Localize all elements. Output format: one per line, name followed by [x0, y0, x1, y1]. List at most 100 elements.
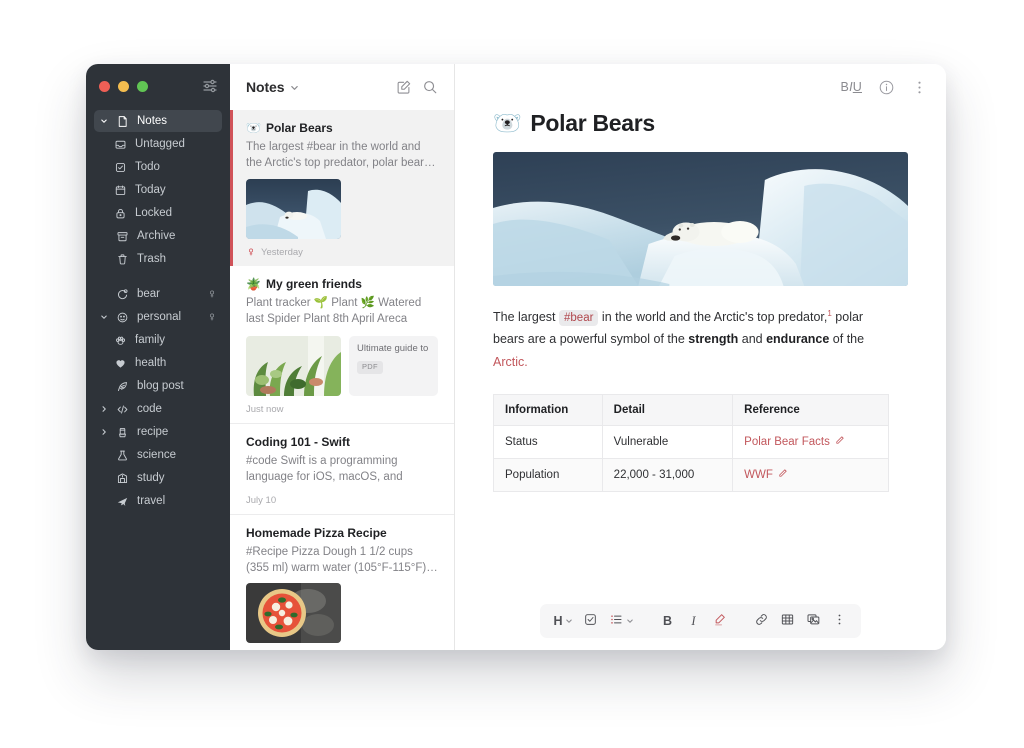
note-title-text: Polar Bears: [265, 121, 333, 135]
search-icon[interactable]: [420, 77, 440, 97]
note-thumbnail[interactable]: [246, 583, 341, 644]
sidebar: Notes Untagged Todo Today Locked Archive Trash…: [86, 64, 230, 650]
lock-icon: [113, 207, 128, 220]
note-list-body[interactable]: 🐻‍❄️ Polar Bears The largest #bear in the …: [230, 110, 454, 650]
sidebar-item-todo[interactable]: Todo: [94, 156, 222, 178]
sidebar-item-blog-post[interactable]: blog post: [94, 375, 222, 397]
sidebar-item-label: Locked: [135, 207, 173, 219]
note-item-meta: Yesterday: [246, 247, 438, 258]
note-attachments: [246, 178, 438, 239]
sidebar-item-archive[interactable]: Archive: [94, 225, 222, 247]
compose-icon[interactable]: [394, 77, 414, 97]
sliders-icon[interactable]: [202, 78, 218, 94]
note-item-snippet: #code Swift is a programming language fo…: [246, 454, 403, 483]
reference-link[interactable]: WWF: [744, 468, 788, 482]
note-item-snippet: Plant tracker 🌱 Plant 🌿 Watered last Spi…: [246, 296, 422, 325]
sidebar-item-family[interactable]: family: [94, 329, 222, 351]
pin-icon[interactable]: [206, 289, 217, 299]
pin-icon[interactable]: [206, 312, 217, 322]
bear-tag-chip[interactable]: #bear: [559, 310, 599, 326]
bold-button[interactable]: B: [656, 609, 680, 633]
todo-button[interactable]: [579, 609, 603, 633]
chevron-right-icon[interactable]: [99, 405, 108, 413]
highlight-button[interactable]: [708, 609, 732, 633]
note-list-panel: Notes 🐻‍❄️ Polar Bears The largest #bear i…: [230, 64, 455, 650]
chevron-down-icon[interactable]: [290, 83, 299, 92]
para-text-2: in the world and the Arctic's top predat…: [601, 310, 828, 324]
note-icon: [115, 115, 130, 128]
chevron-down-icon[interactable]: [99, 313, 108, 321]
sidebar-item-health[interactable]: health: [94, 352, 222, 374]
chevron-down-icon[interactable]: [626, 617, 634, 625]
editor-body[interactable]: 🐻‍❄️ Polar Bears: [455, 110, 946, 592]
info-icon[interactable]: [878, 79, 895, 96]
zoom-button[interactable]: [137, 80, 148, 92]
heading-button[interactable]: H: [549, 609, 576, 633]
italic-button[interactable]: I: [682, 609, 706, 633]
table-cell[interactable]: Polar Bear Facts: [732, 424, 889, 459]
minimize-button[interactable]: [118, 80, 129, 92]
marker-icon: [712, 612, 727, 630]
sidebar-item-personal[interactable]: personal: [94, 306, 222, 328]
image-button[interactable]: [802, 609, 826, 633]
sidebar-item-code[interactable]: code: [94, 398, 222, 420]
more-button[interactable]: [828, 609, 852, 633]
table-cell[interactable]: WWF: [732, 457, 889, 492]
attachment-type-badge: PDF: [357, 361, 383, 374]
sidebar-item-bear[interactable]: bear: [94, 283, 222, 305]
note-list-title: Notes: [246, 79, 285, 95]
sidebar-item-study[interactable]: study: [94, 467, 222, 489]
note-item-snippet: The largest #bear in the world and the A…: [246, 141, 436, 170]
screenshot-root: Notes Untagged Todo Today Locked Archive Trash…: [0, 0, 1024, 748]
code-icon: [115, 403, 130, 416]
table-button[interactable]: [776, 609, 800, 633]
more-vertical-icon[interactable]: [911, 79, 928, 96]
note-thumbnail[interactable]: [246, 178, 341, 239]
reference-link[interactable]: Polar Bear Facts: [744, 435, 845, 449]
sidebar-item-science[interactable]: science: [94, 444, 222, 466]
info-table: Information Detail Reference Status Vulnera…: [493, 393, 889, 492]
note-item-title: 🐻‍❄️ Polar Bears: [246, 121, 438, 135]
note-list-item[interactable]: 🐻‍❄️ Polar Bears The largest #bear in the …: [230, 110, 454, 266]
chevron-down-icon[interactable]: [99, 117, 108, 125]
sidebar-item-label: recipe: [137, 426, 169, 438]
note-item-title: 🪴 My green friends: [246, 277, 438, 291]
note-list-item[interactable]: 🪴 My green friends Plant tracker 🌱 Plant 🌿…: [230, 266, 454, 424]
sidebar-item-untagged[interactable]: Untagged: [94, 133, 222, 155]
table-row: Population 22,000 - 31,000 WWF: [493, 457, 889, 492]
paw-icon: [113, 334, 128, 347]
list-icon: [609, 612, 624, 630]
hero-image[interactable]: [493, 152, 908, 286]
note-list-item[interactable]: Homemade Pizza Recipe #Recipe Pizza Dough…: [230, 515, 454, 650]
text-style-button[interactable]: BIU: [841, 80, 862, 94]
note-list-item[interactable]: Coding 101 - Swift #code Swift is a progr…: [230, 424, 454, 515]
sidebar-item-travel[interactable]: travel: [94, 490, 222, 512]
footnote-marker[interactable]: 1: [827, 309, 831, 318]
checkbox-icon: [583, 612, 598, 630]
table-header-cell: Detail: [601, 393, 734, 426]
sidebar-item-locked[interactable]: Locked: [94, 202, 222, 224]
link-button[interactable]: [750, 609, 774, 633]
chevron-down-icon[interactable]: [565, 617, 573, 625]
note-thumbnail[interactable]: [246, 335, 341, 396]
sidebar-item-notes[interactable]: Notes: [94, 110, 222, 132]
pencil-icon[interactable]: [834, 435, 845, 449]
note-attachments: Ultimate guide to PDF: [246, 335, 438, 396]
sidebar-item-trash[interactable]: Trash: [94, 248, 222, 270]
chevron-right-icon[interactable]: [99, 428, 108, 436]
note-attachments: [246, 583, 438, 644]
close-button[interactable]: [99, 80, 110, 92]
sidebar-item-recipe[interactable]: recipe: [94, 421, 222, 443]
bear-icon: [115, 288, 130, 301]
note-item-title: Homemade Pizza Recipe: [246, 526, 438, 540]
sidebar-item-today[interactable]: Today: [94, 179, 222, 201]
sidebar-item-label: family: [135, 334, 166, 346]
toolbar-button-label: I: [691, 613, 696, 628]
list-button[interactable]: [605, 609, 638, 633]
sidebar-item-label: Today: [135, 184, 166, 196]
note-file-attachment[interactable]: Ultimate guide to PDF: [349, 335, 438, 396]
window-titlebar: [86, 64, 230, 108]
pencil-icon[interactable]: [777, 468, 788, 482]
table-cell: 22,000 - 31,000: [601, 457, 734, 492]
arctic-link[interactable]: Arctic.: [493, 355, 528, 369]
